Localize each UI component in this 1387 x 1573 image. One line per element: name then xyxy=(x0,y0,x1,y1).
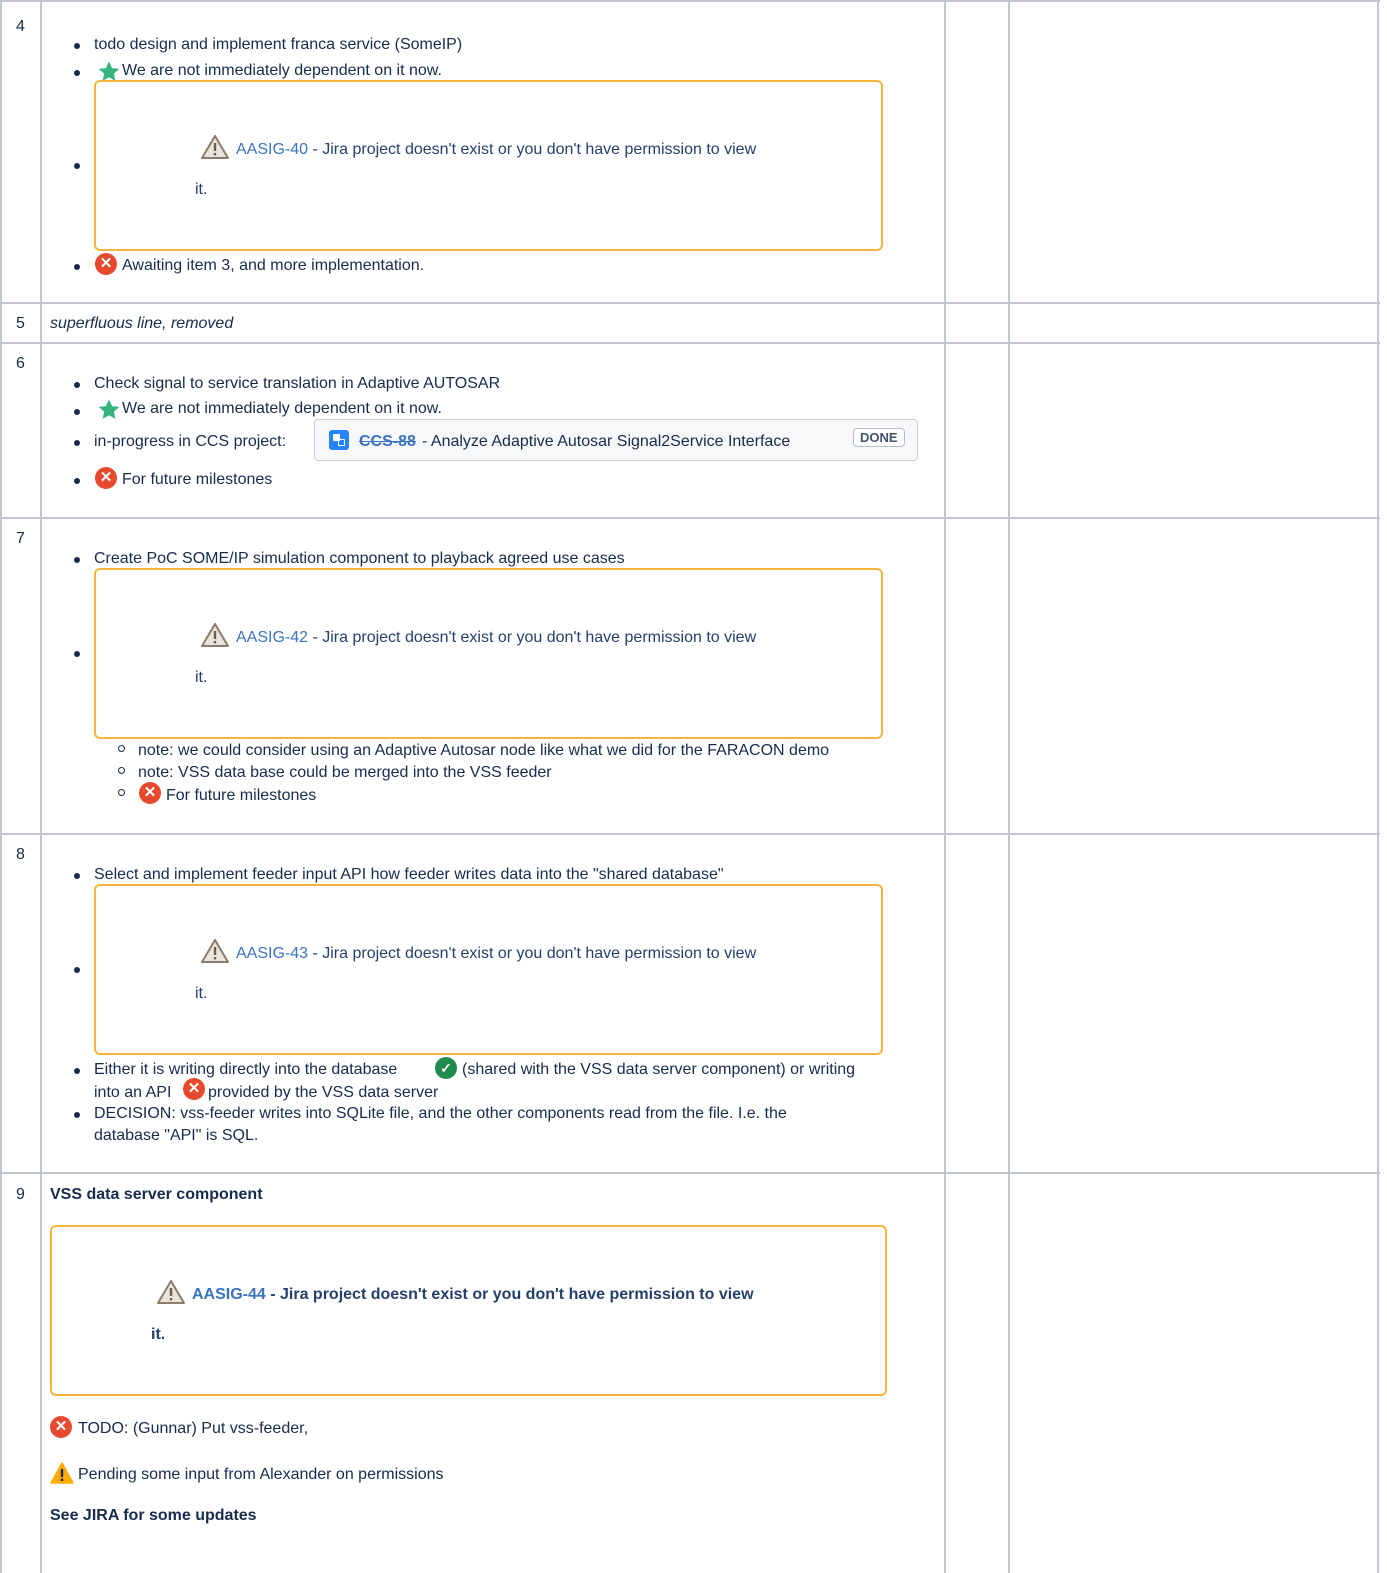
jira-chip-summary: - Analyze Adaptive Autosar Signal2Servic… xyxy=(422,433,791,450)
bullet xyxy=(74,651,80,657)
list-item: note: we could consider using an Adaptiv… xyxy=(138,742,830,759)
jira-chip-key[interactable]: CCS-88 xyxy=(359,433,416,451)
list-item: DECISION: vss-feeder writes into SQLite … xyxy=(94,1105,787,1122)
list-item: Check signal to service translation in A… xyxy=(94,375,501,392)
table-border xyxy=(944,0,946,1573)
jira-issue-link[interactable]: AASIG-43 xyxy=(236,945,308,962)
table-border xyxy=(0,0,1380,2)
warning-triangle-icon xyxy=(157,1280,185,1304)
error-icon: ✕ xyxy=(139,782,161,804)
jira-issue-link[interactable]: AASIG-40 xyxy=(236,141,308,158)
table-border xyxy=(0,1172,1380,1174)
jira-error-line: AASIG-42 - Jira project doesn't exist or… xyxy=(236,629,756,647)
list-item: database "API" is SQL. xyxy=(94,1127,259,1144)
cell-text: Pending some input from Alexander on per… xyxy=(78,1466,444,1483)
warning-triangle-icon xyxy=(201,623,229,647)
list-item: in-progress in CCS project: xyxy=(94,433,287,450)
jira-error-message-end: it. xyxy=(195,985,208,1002)
bullet xyxy=(74,873,80,879)
bullet xyxy=(74,478,80,484)
table-border xyxy=(0,302,1380,304)
jira-issue-box[interactable] xyxy=(94,80,883,251)
jira-error-message-end: it. xyxy=(151,1326,166,1343)
jira-error-message-end: it. xyxy=(195,181,208,198)
jira-issue-box[interactable] xyxy=(94,568,883,739)
row-number: 6 xyxy=(16,355,25,372)
table-border xyxy=(1008,0,1010,1573)
bullet xyxy=(74,1068,80,1074)
jira-error-message: - Jira project doesn't exist or you don'… xyxy=(308,141,757,158)
list-item: We are not immediately dependent on it n… xyxy=(122,400,442,417)
cell-text: superfluous line, removed xyxy=(50,315,234,332)
list-item: provided by the VSS data server xyxy=(208,1084,439,1101)
list-item: For future milestones xyxy=(166,787,317,804)
jira-issue-box[interactable] xyxy=(50,1225,887,1396)
table-border xyxy=(0,833,1380,835)
table-border xyxy=(0,0,2,1573)
bullet xyxy=(74,264,80,270)
sub-bullet xyxy=(118,745,125,752)
table-border xyxy=(0,517,1380,519)
warning-triangle-icon xyxy=(201,135,229,159)
error-icon: ✕ xyxy=(183,1078,205,1100)
bullet xyxy=(74,409,80,415)
error-icon: ✕ xyxy=(50,1416,72,1438)
bullet xyxy=(74,1112,80,1118)
bullet xyxy=(74,557,80,563)
star-icon xyxy=(98,399,120,419)
list-item: note: VSS data base could be merged into… xyxy=(138,764,552,781)
warning-triangle-icon xyxy=(201,939,229,963)
table-border xyxy=(40,0,42,1573)
sub-bullet xyxy=(118,767,125,774)
list-item: into an API xyxy=(94,1084,172,1101)
error-icon: ✕ xyxy=(95,253,117,275)
jira-error-message-end: it. xyxy=(195,669,208,686)
bullet xyxy=(74,440,80,446)
row-number: 9 xyxy=(16,1186,25,1203)
jira-error-message: - Jira project doesn't exist or you don'… xyxy=(308,629,757,646)
sub-bullet xyxy=(118,789,125,796)
jira-issue-chip[interactable]: CCS-88 - Analyze Adaptive Autosar Signal… xyxy=(314,419,918,461)
list-item: We are not immediately dependent on it n… xyxy=(122,62,442,79)
bullet xyxy=(74,382,80,388)
jira-issue-box[interactable] xyxy=(94,884,883,1055)
check-icon: ✓ xyxy=(435,1057,457,1079)
row-number: 7 xyxy=(16,530,25,547)
bullet xyxy=(74,163,80,169)
list-item: For future milestones xyxy=(122,471,273,488)
jira-story-icon xyxy=(329,430,349,450)
list-item: Create PoC SOME/IP simulation component … xyxy=(94,550,625,567)
jira-error-message: - Jira project doesn't exist or you don'… xyxy=(265,1286,754,1303)
row-number: 5 xyxy=(16,315,25,332)
table-border xyxy=(0,342,1380,344)
list-item: Either it is writing directly into the d… xyxy=(94,1061,398,1078)
bullet xyxy=(74,70,80,76)
error-icon: ✕ xyxy=(95,467,117,489)
jira-error-line: AASIG-43 - Jira project doesn't exist or… xyxy=(236,945,756,963)
jira-issue-link[interactable]: AASIG-42 xyxy=(236,629,308,646)
jira-error-line: AASIG-40 - Jira project doesn't exist or… xyxy=(236,141,756,159)
list-item: Awaiting item 3, and more implementation… xyxy=(122,257,425,274)
list-item: todo design and implement franca service… xyxy=(94,36,463,53)
jira-issue-link[interactable]: AASIG-44 xyxy=(192,1286,266,1303)
list-item: Select and implement feeder input API ho… xyxy=(94,866,724,883)
list-item: (shared with the VSS data server compone… xyxy=(462,1061,856,1078)
bullet xyxy=(74,967,80,973)
row-number: 8 xyxy=(16,846,25,863)
row-number: 4 xyxy=(16,18,25,35)
jira-error-message: - Jira project doesn't exist or you don'… xyxy=(308,945,757,962)
warning-icon xyxy=(50,1462,74,1484)
table: 4 todo design and implement franca servi… xyxy=(0,0,1387,1573)
cell-text: TODO: (Gunnar) Put vss-feeder, xyxy=(78,1420,309,1437)
jira-error-line: AASIG-44 - Jira project doesn't exist or… xyxy=(192,1286,754,1304)
bullet xyxy=(74,43,80,49)
status-lozenge: DONE xyxy=(853,428,905,447)
cell-heading: VSS data server component xyxy=(50,1186,263,1203)
cell-text: See JIRA for some updates xyxy=(50,1507,257,1524)
table-border xyxy=(1377,0,1379,1573)
